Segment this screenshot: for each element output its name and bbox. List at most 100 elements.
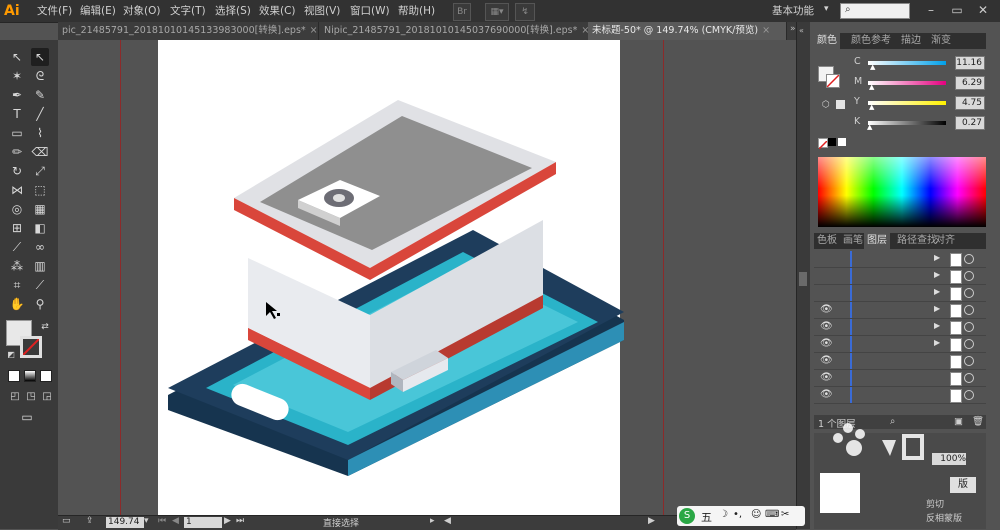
close-icon[interactable]: × — [762, 25, 770, 36]
eyedropper-tool-icon[interactable]: ⟋ — [8, 238, 26, 256]
black-slider[interactable] — [868, 121, 946, 125]
column-graph-tool-icon[interactable]: ▥ — [31, 257, 49, 275]
stroke-swatch[interactable] — [20, 336, 42, 358]
slider-handle-icon[interactable]: ▲ — [870, 63, 875, 71]
swap-fill-stroke-icon[interactable]: ⇄ — [36, 318, 54, 336]
tools-icon[interactable]: ✂ — [781, 509, 789, 520]
tab-layers[interactable]: 图层 — [864, 233, 890, 249]
close-window-button[interactable]: ✕ — [972, 2, 994, 19]
artboard-tool-icon[interactable]: ⌗ — [8, 276, 26, 294]
target-icon[interactable] — [964, 373, 974, 383]
target-icon[interactable] — [964, 356, 974, 366]
width-tool-icon[interactable]: ⋈ — [8, 181, 26, 199]
clip-option[interactable]: 剪切 — [926, 497, 944, 510]
workspace-switcher[interactable]: 基本功能 — [772, 3, 814, 18]
artboard-nav-icon[interactable]: ▭ — [62, 516, 71, 526]
minimize-button[interactable]: – — [920, 2, 942, 19]
out-of-gamut-icon[interactable]: ⬡ — [822, 100, 830, 110]
rectangle-tool-icon[interactable]: ▭ — [8, 124, 26, 142]
slice-tool-icon[interactable]: ⟋ — [31, 276, 49, 294]
target-icon[interactable] — [964, 288, 974, 298]
tab-document-3[interactable]: 未标题-50* @ 149.74% (CMYK/预览) × — [588, 22, 787, 40]
target-icon[interactable] — [964, 390, 974, 400]
zoom-field[interactable]: 149.74 — [106, 517, 144, 528]
visibility-eye-icon[interactable]: 👁 — [820, 304, 833, 315]
menu-object[interactable]: 对象(O) — [123, 3, 160, 19]
visibility-eye-icon[interactable]: 👁 — [820, 389, 833, 400]
invert-mask-option[interactable]: 反相蒙版 — [926, 511, 962, 524]
free-transform-tool-icon[interactable]: ⬚ — [31, 181, 49, 199]
none-color-swatch[interactable] — [818, 138, 828, 150]
next-page-icon[interactable]: ▶ — [224, 516, 231, 526]
stroke-color-swatch[interactable] — [826, 74, 840, 88]
gamut-swatch[interactable] — [836, 100, 845, 109]
layer-row[interactable]: 👁 ▶ — [814, 319, 986, 336]
layer-row[interactable]: ▶ — [814, 251, 986, 268]
expand-icon[interactable]: ▶ — [934, 321, 940, 330]
color-spectrum[interactable] — [818, 157, 986, 227]
selection-tool-icon[interactable]: ↖ — [8, 48, 26, 66]
menu-view[interactable]: 视图(V) — [304, 3, 340, 19]
tab-swatches[interactable]: 色板 — [814, 233, 840, 249]
tabs-overflow-icon[interactable]: » — [790, 24, 796, 34]
emoji-icon[interactable]: ☺ — [751, 509, 761, 520]
target-icon[interactable] — [964, 271, 974, 281]
expand-icon[interactable]: ▶ — [934, 253, 940, 262]
layer-row[interactable]: 👁 — [814, 353, 986, 370]
draw-inside-icon[interactable]: ◲ — [38, 388, 56, 406]
color-mode-icon[interactable] — [8, 370, 20, 382]
yellow-slider[interactable] — [868, 101, 946, 105]
target-icon[interactable] — [964, 339, 974, 349]
layer-row[interactable]: 👁 — [814, 370, 986, 387]
pencil-tool-icon[interactable]: ✏ — [8, 143, 26, 161]
collapse-panels-icon[interactable]: « — [799, 26, 804, 35]
cyan-slider[interactable] — [868, 61, 946, 65]
menu-edit[interactable]: 编辑(E) — [80, 3, 116, 19]
tab-brushes[interactable]: 画笔 — [840, 233, 866, 249]
magenta-slider[interactable] — [868, 81, 946, 85]
page-field[interactable]: 1 — [184, 517, 222, 528]
bridge-button[interactable]: Br — [453, 3, 471, 21]
lasso-tool-icon[interactable]: ᘓ — [31, 67, 49, 85]
visibility-eye-icon[interactable]: 👁 — [820, 338, 833, 349]
white-swatch[interactable] — [838, 138, 846, 146]
rotate-tool-icon[interactable]: ↻ — [8, 162, 26, 180]
scroll-right-icon[interactable]: ▶ — [648, 516, 655, 526]
tab-color-guide[interactable]: 颜色参考 — [848, 33, 894, 49]
expand-icon[interactable]: ▶ — [934, 270, 940, 279]
gradient-mode-icon[interactable] — [24, 370, 36, 382]
scroll-left-icon[interactable]: ◀ — [444, 516, 451, 526]
canvas[interactable] — [58, 40, 796, 515]
punctuation-icon[interactable]: •, — [733, 509, 742, 520]
last-page-icon[interactable]: ⏭ — [236, 516, 244, 526]
zoom-tool-icon[interactable]: ⚲ — [31, 295, 49, 313]
none-mode-icon[interactable] — [40, 370, 52, 382]
type-tool-icon[interactable]: T — [8, 105, 26, 123]
black-value-field[interactable]: 0.27 — [955, 116, 985, 130]
slider-handle-icon[interactable]: ▲ — [869, 83, 874, 91]
layer-row[interactable]: ▶ — [814, 285, 986, 302]
target-icon[interactable] — [964, 322, 974, 332]
layer-row[interactable]: 👁 — [814, 387, 986, 404]
blend-tool-icon[interactable]: ∞ — [31, 238, 49, 256]
maximize-button[interactable]: ▭ — [946, 2, 968, 19]
tab-document-1[interactable]: pic_21485791_20181010145133983000[转换].ep… — [58, 22, 319, 40]
wubi-mode-icon[interactable]: 五 — [701, 509, 712, 525]
workspace-dropdown-icon[interactable]: ▾ — [824, 4, 829, 14]
hand-tool-icon[interactable]: ✋ — [8, 295, 26, 313]
symbol-sprayer-tool-icon[interactable]: ⁂ — [8, 257, 26, 275]
menu-file[interactable]: 文件(F) — [37, 3, 72, 19]
layer-row[interactable]: ▶ — [814, 268, 986, 285]
line-tool-icon[interactable]: ╱ — [31, 105, 49, 123]
direct-selection-tool-icon[interactable]: ↖ — [31, 48, 49, 66]
first-page-icon[interactable]: ⏮ — [158, 516, 166, 526]
gradient-tool-icon[interactable]: ◧ — [31, 219, 49, 237]
menu-type[interactable]: 文字(T) — [170, 3, 206, 19]
visibility-eye-icon[interactable]: 👁 — [820, 321, 833, 332]
mesh-tool-icon[interactable]: ⊞ — [8, 219, 26, 237]
menu-window[interactable]: 窗口(W) — [350, 3, 390, 19]
zoom-dropdown-icon[interactable]: ▾ — [144, 516, 149, 526]
slider-handle-icon[interactable]: ▲ — [869, 103, 874, 111]
tab-color[interactable]: 颜色 — [814, 33, 840, 49]
tab-stroke[interactable]: 描边 — [898, 33, 924, 49]
